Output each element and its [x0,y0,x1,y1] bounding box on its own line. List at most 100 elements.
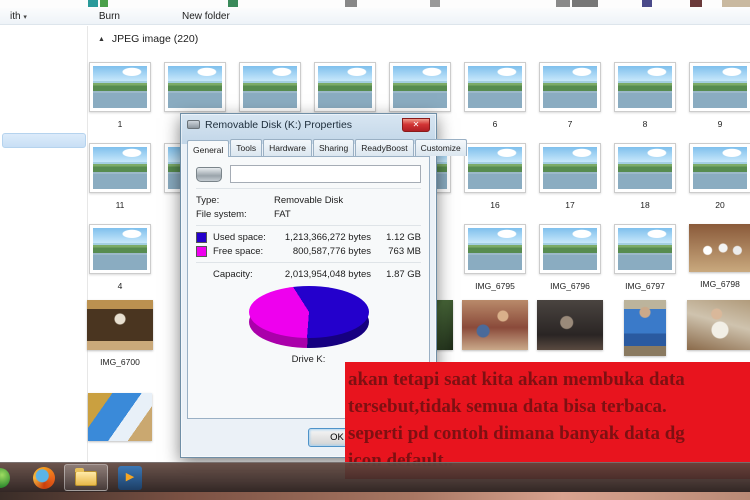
explorer-toolbar: ith ▾ Burn New folder [0,8,750,25]
start-orb-icon[interactable] [0,468,10,488]
close-icon[interactable]: ✕ [402,118,430,132]
capacity-bytes: 2,013,954,048 bytes [269,269,371,280]
clipped-thumbnails-strip [0,0,750,8]
photo-thumbnail [689,224,750,272]
file-label: 9 [685,119,750,129]
tab-sharing[interactable]: Sharing [313,139,354,156]
divider [196,188,421,189]
thumbnail-item[interactable]: IMG_6798 [685,224,750,289]
thumbnail-item[interactable]: IMG_6796 [535,224,605,291]
divider [196,225,421,226]
used-space-label: Used space: [213,232,269,243]
file-label: 11 [85,200,155,210]
type-label: Type: [196,195,274,206]
tab-readyboost[interactable]: ReadyBoost [355,139,413,156]
image-placeholder-thumbnail [539,224,601,274]
firefox-icon[interactable] [33,467,55,489]
file-label: 18 [610,200,680,210]
dialog-title: Removable Disk (K:) Properties [205,119,402,131]
tab-hardware[interactable]: Hardware [263,139,312,156]
thumbnail-item[interactable] [85,393,155,448]
thumbnail-item[interactable]: 6 [460,62,530,129]
thumbnail-item[interactable]: 16 [460,143,530,210]
thumbnail-item[interactable]: 1 [85,62,155,129]
free-space-size: 763 MB [371,246,421,257]
banner-line: akan tetapi saat kita akan membuka data [348,366,750,393]
photo-thumbnail [624,300,666,356]
new-folder-label: New folder [182,11,230,22]
image-placeholder-thumbnail [389,62,451,112]
thumbnail-item[interactable]: 7 [535,62,605,129]
image-placeholder-thumbnail [614,62,676,112]
thumbnail-item[interactable]: 18 [610,143,680,210]
file-label: 1 [85,119,155,129]
tab-general[interactable]: General [187,140,229,157]
thumbnail-item[interactable] [460,300,530,357]
file-label: 4 [85,281,155,291]
thumbnail-item[interactable]: IMG_6797 [610,224,680,291]
thumbnail-item[interactable] [535,300,605,357]
thumbnail-item[interactable]: IMG_6700 [85,300,155,367]
tab-tools[interactable]: Tools [230,139,262,156]
clipped-thumbnail-fragment [642,0,652,7]
group-header-label: JPEG image (220) [112,33,198,45]
share-with-button[interactable]: ith ▾ [0,9,37,24]
clipped-thumbnail-fragment [722,0,750,7]
used-space-size: 1.12 GB [371,232,421,243]
file-label: 6 [460,119,530,129]
thumbnail-item[interactable]: 8 [610,62,680,129]
thumbnail-item[interactable] [610,300,680,363]
image-placeholder-thumbnail [89,143,151,193]
clipped-thumbnail-fragment [556,0,570,7]
image-placeholder-thumbnail [539,62,601,112]
photo-thumbnail [462,300,528,350]
dialog-tab-strip: General Tools Hardware Sharing ReadyBoos… [181,135,436,156]
file-label: IMG_6796 [535,281,605,291]
media-player-icon[interactable]: ▶ [118,466,142,490]
thumbnail-item[interactable]: IMG_6795 [460,224,530,291]
capacity-size: 1.87 GB [371,269,421,280]
free-space-label: Free space: [213,246,269,257]
file-label: 20 [685,200,750,210]
burn-button[interactable]: Burn [89,9,130,24]
tab-customize[interactable]: Customize [415,139,467,156]
image-placeholder-thumbnail [539,143,601,193]
clipped-thumbnail-fragment [345,0,357,7]
thumbnail-item[interactable]: 4 [85,224,155,291]
chevron-down-icon: ▾ [23,14,27,21]
photo-thumbnail [537,300,603,350]
volume-label-input[interactable] [230,165,421,183]
group-header[interactable]: ▲ JPEG image (220) [98,33,198,45]
explorer-taskbar-button[interactable] [64,464,108,491]
photo-thumbnail [88,393,152,441]
sidebar-selected-item[interactable] [2,133,86,148]
taskbar: ▶ [0,462,750,492]
thumbnail-item[interactable]: 11 [85,143,155,210]
photo-thumbnail [687,300,750,350]
file-label: 8 [610,119,680,129]
divider [196,262,421,263]
file-label: IMG_6797 [610,281,680,291]
burn-label: Burn [99,11,120,22]
thumbnail-item[interactable]: 17 [535,143,605,210]
banner-line: seperti pd contoh dimana banyak data dg [348,420,750,447]
removable-disk-icon [196,167,222,182]
dialog-titlebar[interactable]: Removable Disk (K:) Properties ✕ [181,114,436,135]
image-placeholder-thumbnail [89,224,151,274]
clipped-thumbnail-fragment [430,0,440,7]
file-label: 16 [460,200,530,210]
thumbnail-item[interactable] [685,300,750,357]
thumbnail-item[interactable]: 9 [685,62,750,129]
new-folder-button[interactable]: New folder [172,9,240,24]
clipped-thumbnail-fragment [88,0,98,7]
image-placeholder-thumbnail [239,62,301,112]
image-placeholder-thumbnail [164,62,226,112]
image-placeholder-thumbnail [89,62,151,112]
image-placeholder-thumbnail [689,62,750,112]
file-label: 7 [535,119,605,129]
photo-thumbnail [87,300,153,350]
navigation-pane [0,26,88,462]
thumbnail-item[interactable]: 20 [685,143,750,210]
image-placeholder-thumbnail [464,62,526,112]
clipped-thumbnail-fragment [228,0,238,7]
